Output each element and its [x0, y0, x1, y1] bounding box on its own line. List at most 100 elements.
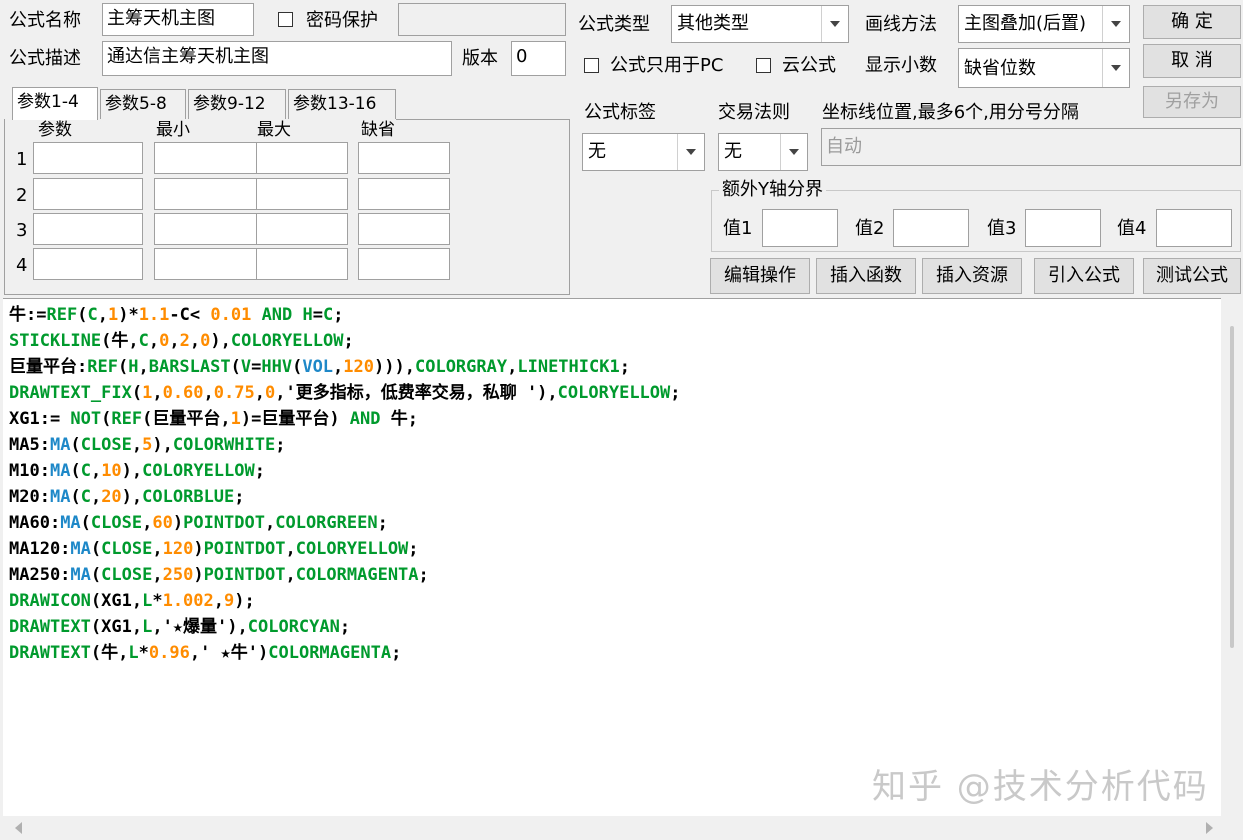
code-line[interactable]: DRAWTEXT(牛,L*0.96,' ★牛')COLORMAGENTA; [9, 640, 681, 666]
param-min-input[interactable] [154, 178, 264, 210]
horizontal-scrollbar[interactable] [3, 816, 1221, 840]
param-max-input[interactable] [256, 248, 348, 280]
val4-input[interactable] [1156, 209, 1232, 247]
code-content[interactable]: 牛:=REF(C,1)*1.1-C< 0.01 AND H=C; STICKLIN… [9, 302, 681, 666]
code-token: LINETHICK1 [517, 357, 620, 377]
yaxis-group-title: 额外Y轴分界 [719, 181, 826, 199]
tab-params-13-16[interactable]: 参数13-16 [288, 89, 396, 119]
code-token: (XG1, [90, 617, 143, 637]
param-default-input[interactable] [358, 142, 450, 174]
tab-params-9-12[interactable]: 参数9-12 [188, 89, 286, 119]
code-editor[interactable]: 牛:=REF(C,1)*1.1-C< 0.01 AND H=C; STICKLIN… [3, 298, 1221, 817]
param-default-input[interactable] [358, 213, 450, 245]
chevron-down-icon[interactable] [677, 134, 704, 170]
version-label: 版本 [462, 48, 498, 69]
name-input[interactable]: 主筹天机主图 [102, 3, 254, 36]
code-line[interactable]: DRAWICON(XG1,L*1.002,9); [9, 588, 681, 614]
code-token: 60 [152, 513, 173, 533]
name-label: 公式名称 [9, 10, 81, 31]
code-token: COLORBLUE [142, 487, 235, 507]
param-min-input[interactable] [154, 248, 264, 280]
code-token: ( [230, 357, 241, 377]
chevron-down-icon[interactable] [1102, 6, 1129, 42]
import-formula-button[interactable]: 引入公式 [1034, 258, 1134, 294]
draw-select[interactable]: 主图叠加(后置) [958, 5, 1130, 43]
code-token: MA [60, 513, 81, 533]
code-token: MA [70, 539, 91, 559]
code-token: ( [90, 539, 102, 559]
code-line[interactable]: DRAWTEXT_FIX(1,0.60,0.75,0,'更多指标，低费率交易，私… [9, 380, 681, 406]
param-min-input[interactable] [154, 213, 264, 245]
password-input[interactable] [398, 3, 566, 36]
code-line[interactable]: XG1:= NOT(REF(巨量平台,1)=巨量平台) AND 牛; [9, 406, 681, 432]
code-token: H [128, 357, 139, 377]
rule-select[interactable]: 无 [718, 133, 808, 171]
cancel-button[interactable]: 取 消 [1143, 44, 1241, 78]
code-token: 1 [107, 305, 119, 325]
code-line[interactable]: M10:MA(C,10),COLORYELLOW; [9, 458, 681, 484]
code-token: ,'更多指标，低费率交易，私聊 ') [275, 383, 548, 403]
code-line[interactable]: DRAWTEXT(XG1,L,'★爆量'),COLORCYAN; [9, 614, 681, 640]
saveas-button[interactable]: 另存为 [1143, 86, 1241, 118]
param-max-input[interactable] [256, 213, 348, 245]
code-token: ( [90, 565, 102, 585]
tab-params-1-4[interactable]: 参数1-4 [12, 87, 98, 120]
param-name-input[interactable] [33, 248, 143, 280]
param-default-input[interactable] [358, 248, 450, 280]
edit-button[interactable]: 编辑操作 [710, 258, 810, 294]
code-line[interactable]: 牛:=REF(C,1)*1.1-C< 0.01 AND H=C; [9, 302, 681, 328]
code-line[interactable]: 巨量平台:REF(H,BARSLAST(V=HHV(VOL,120))),COL… [9, 354, 681, 380]
param-default-input[interactable] [358, 178, 450, 210]
insert-resource-button[interactable]: 插入资源 [922, 258, 1022, 294]
chevron-down-icon[interactable] [1102, 49, 1129, 87]
val3-input[interactable] [1025, 209, 1101, 247]
test-formula-button[interactable]: 测试公式 [1143, 258, 1241, 294]
scroll-right-icon[interactable] [1206, 822, 1213, 834]
code-line[interactable]: M20:MA(C,20),COLORBLUE; [9, 484, 681, 510]
version-input[interactable]: 0 [511, 41, 566, 76]
tag-select[interactable]: 无 [582, 133, 705, 171]
type-select[interactable]: 其他类型 [671, 5, 849, 43]
code-line[interactable]: MA60:MA(CLOSE,60)POINTDOT,COLORGREEN; [9, 510, 681, 536]
rule-select-value: 无 [724, 141, 742, 162]
code-line[interactable]: MA5:MA(CLOSE,5),COLORWHITE; [9, 432, 681, 458]
param-max-input[interactable] [256, 178, 348, 210]
ok-button[interactable]: 确 定 [1143, 5, 1241, 39]
code-token: REF [46, 305, 78, 325]
param-min-input[interactable] [154, 142, 264, 174]
param-max-input[interactable] [256, 142, 348, 174]
code-token: )* [118, 305, 139, 325]
decimals-select[interactable]: 缺省位数 [958, 48, 1130, 88]
code-token: ( [131, 383, 143, 403]
param-name-input[interactable] [33, 178, 143, 210]
coord-input[interactable]: 自动 [821, 128, 1241, 166]
scrollbar-thumb[interactable] [1230, 326, 1234, 648]
code-token: 10 [101, 461, 122, 481]
cloud-checkbox[interactable] [756, 58, 771, 73]
code-token: H [302, 305, 313, 325]
code-line[interactable]: MA250:MA(CLOSE,250)POINTDOT,COLORMAGENTA… [9, 562, 681, 588]
val1-input[interactable] [762, 209, 838, 247]
insert-function-button[interactable]: 插入函数 [816, 258, 916, 294]
tab-params-5-8[interactable]: 参数5-8 [100, 89, 186, 119]
chevron-down-icon[interactable] [821, 6, 848, 42]
pc-only-checkbox[interactable] [584, 58, 599, 73]
code-token: COLORCYAN [247, 617, 340, 637]
code-token: , [90, 461, 102, 481]
code-token: POINTDOT [183, 513, 265, 533]
chevron-down-icon[interactable] [780, 134, 807, 170]
code-token: , [142, 513, 153, 533]
vertical-scrollbar[interactable] [1221, 298, 1243, 816]
code-line[interactable]: MA120:MA(CLOSE,120)POINTDOT,COLORYELLOW; [9, 536, 681, 562]
code-line[interactable]: STICKLINE(牛,C,0,2,0),COLORYELLOW; [9, 328, 681, 354]
param-name-input[interactable] [33, 213, 143, 245]
code-token: ( [70, 435, 81, 455]
desc-input[interactable]: 通达信主筹天机主图 [102, 41, 452, 76]
param-name-input[interactable] [33, 142, 143, 174]
val2-input[interactable] [893, 209, 969, 247]
scroll-left-icon[interactable] [15, 822, 22, 834]
code-token: 5 [142, 435, 153, 455]
password-checkbox[interactable] [278, 12, 293, 27]
watermark: 知乎 @技术分析代码 [872, 767, 1209, 807]
